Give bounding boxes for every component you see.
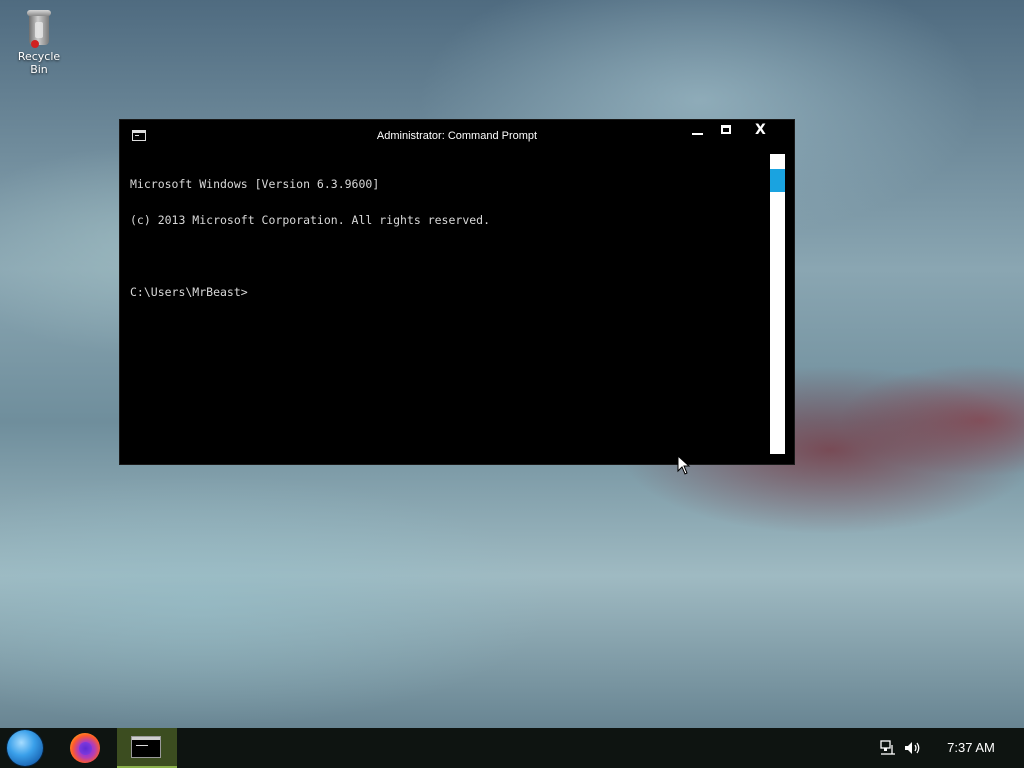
console-output[interactable]: Microsoft Windows [Version 6.3.9600] (c)… [130, 154, 770, 454]
window-titlebar[interactable]: Administrator: Command Prompt X [120, 120, 794, 150]
console-line: Microsoft Windows [Version 6.3.9600] [130, 177, 380, 191]
taskbar-item-firefox[interactable] [62, 728, 110, 768]
minimize-button[interactable] [682, 120, 712, 146]
scrollbar-thumb[interactable] [770, 169, 785, 192]
maximize-button[interactable] [712, 120, 742, 146]
console-prompt: C:\Users\MrBeast> [130, 285, 248, 299]
desktop-icon-label: Recycle Bin [17, 50, 61, 76]
console-line: (c) 2013 Microsoft Corporation. All righ… [130, 213, 491, 227]
start-orb-icon[interactable] [7, 730, 43, 766]
taskbar-clock[interactable]: 7:37 AM [936, 740, 1006, 755]
recycle-bin-icon [26, 10, 52, 48]
cmd-icon [131, 736, 161, 758]
speaker-icon[interactable] [904, 740, 922, 756]
taskbar-item-command-prompt[interactable] [117, 728, 177, 768]
vertical-scrollbar[interactable] [770, 154, 785, 454]
firefox-icon [70, 733, 100, 763]
desktop-icon-recycle-bin[interactable]: Recycle Bin [8, 8, 70, 76]
close-icon: X [755, 122, 766, 138]
command-prompt-window[interactable]: Administrator: Command Prompt X Microsof… [120, 120, 794, 464]
mouse-pointer-icon [677, 455, 691, 475]
taskbar: 7:37 AM [0, 728, 1024, 768]
close-button[interactable]: X [746, 120, 776, 146]
desktop: Recycle Bin Administrator: Command Promp… [0, 0, 1024, 768]
network-icon[interactable] [880, 740, 896, 756]
